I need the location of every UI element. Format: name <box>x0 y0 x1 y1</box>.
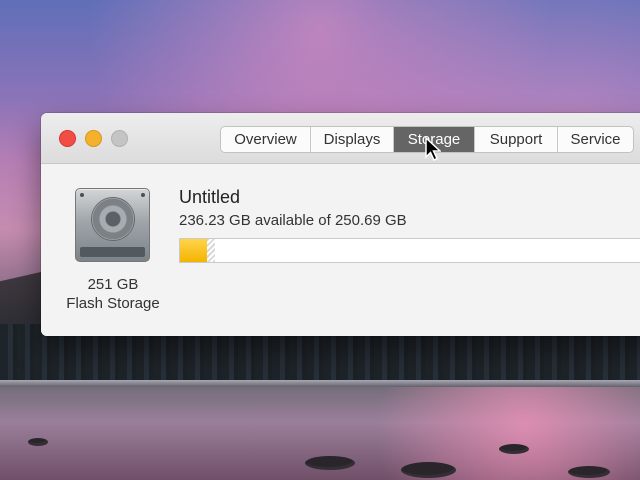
close-button[interactable] <box>59 130 76 147</box>
disk-type: Flash Storage <box>66 295 160 312</box>
disk-capacity: 251 GB <box>87 276 139 293</box>
window-titlebar: Overview Displays Storage Support Servic… <box>41 113 640 164</box>
volume-name: Untitled <box>179 187 241 207</box>
storage-used-segment <box>180 239 208 262</box>
mouse-pointer-icon <box>425 137 441 162</box>
lake-rock <box>305 456 355 470</box>
lake-rock <box>568 466 610 478</box>
tab-service[interactable]: Service <box>558 127 633 152</box>
zoom-button[interactable] <box>111 130 128 147</box>
tab-displays[interactable]: Displays <box>311 127 394 152</box>
lake-rock <box>499 444 529 454</box>
storage-usage-bar <box>179 238 640 263</box>
storage-hatch-segment <box>207 239 215 262</box>
hard-drive-icon <box>75 188 150 262</box>
disk-screw <box>80 193 84 197</box>
storage-availability: 236.23 GB available of 250.69 GB <box>179 212 407 229</box>
lake-rock <box>28 438 48 446</box>
monitor-bezel <box>0 380 640 387</box>
storage-panel: 251 GB Flash Storage Untitled 236.23 GB … <box>41 164 640 336</box>
tab-overview[interactable]: Overview <box>221 127 311 152</box>
disk-platter <box>91 197 135 241</box>
lake-rock <box>401 462 456 478</box>
minimize-button[interactable] <box>85 130 102 147</box>
tab-support[interactable]: Support <box>475 127 558 152</box>
about-this-mac-window: Overview Displays Storage Support Servic… <box>41 113 640 336</box>
disk-connector <box>80 247 145 257</box>
disk-screw <box>141 193 145 197</box>
